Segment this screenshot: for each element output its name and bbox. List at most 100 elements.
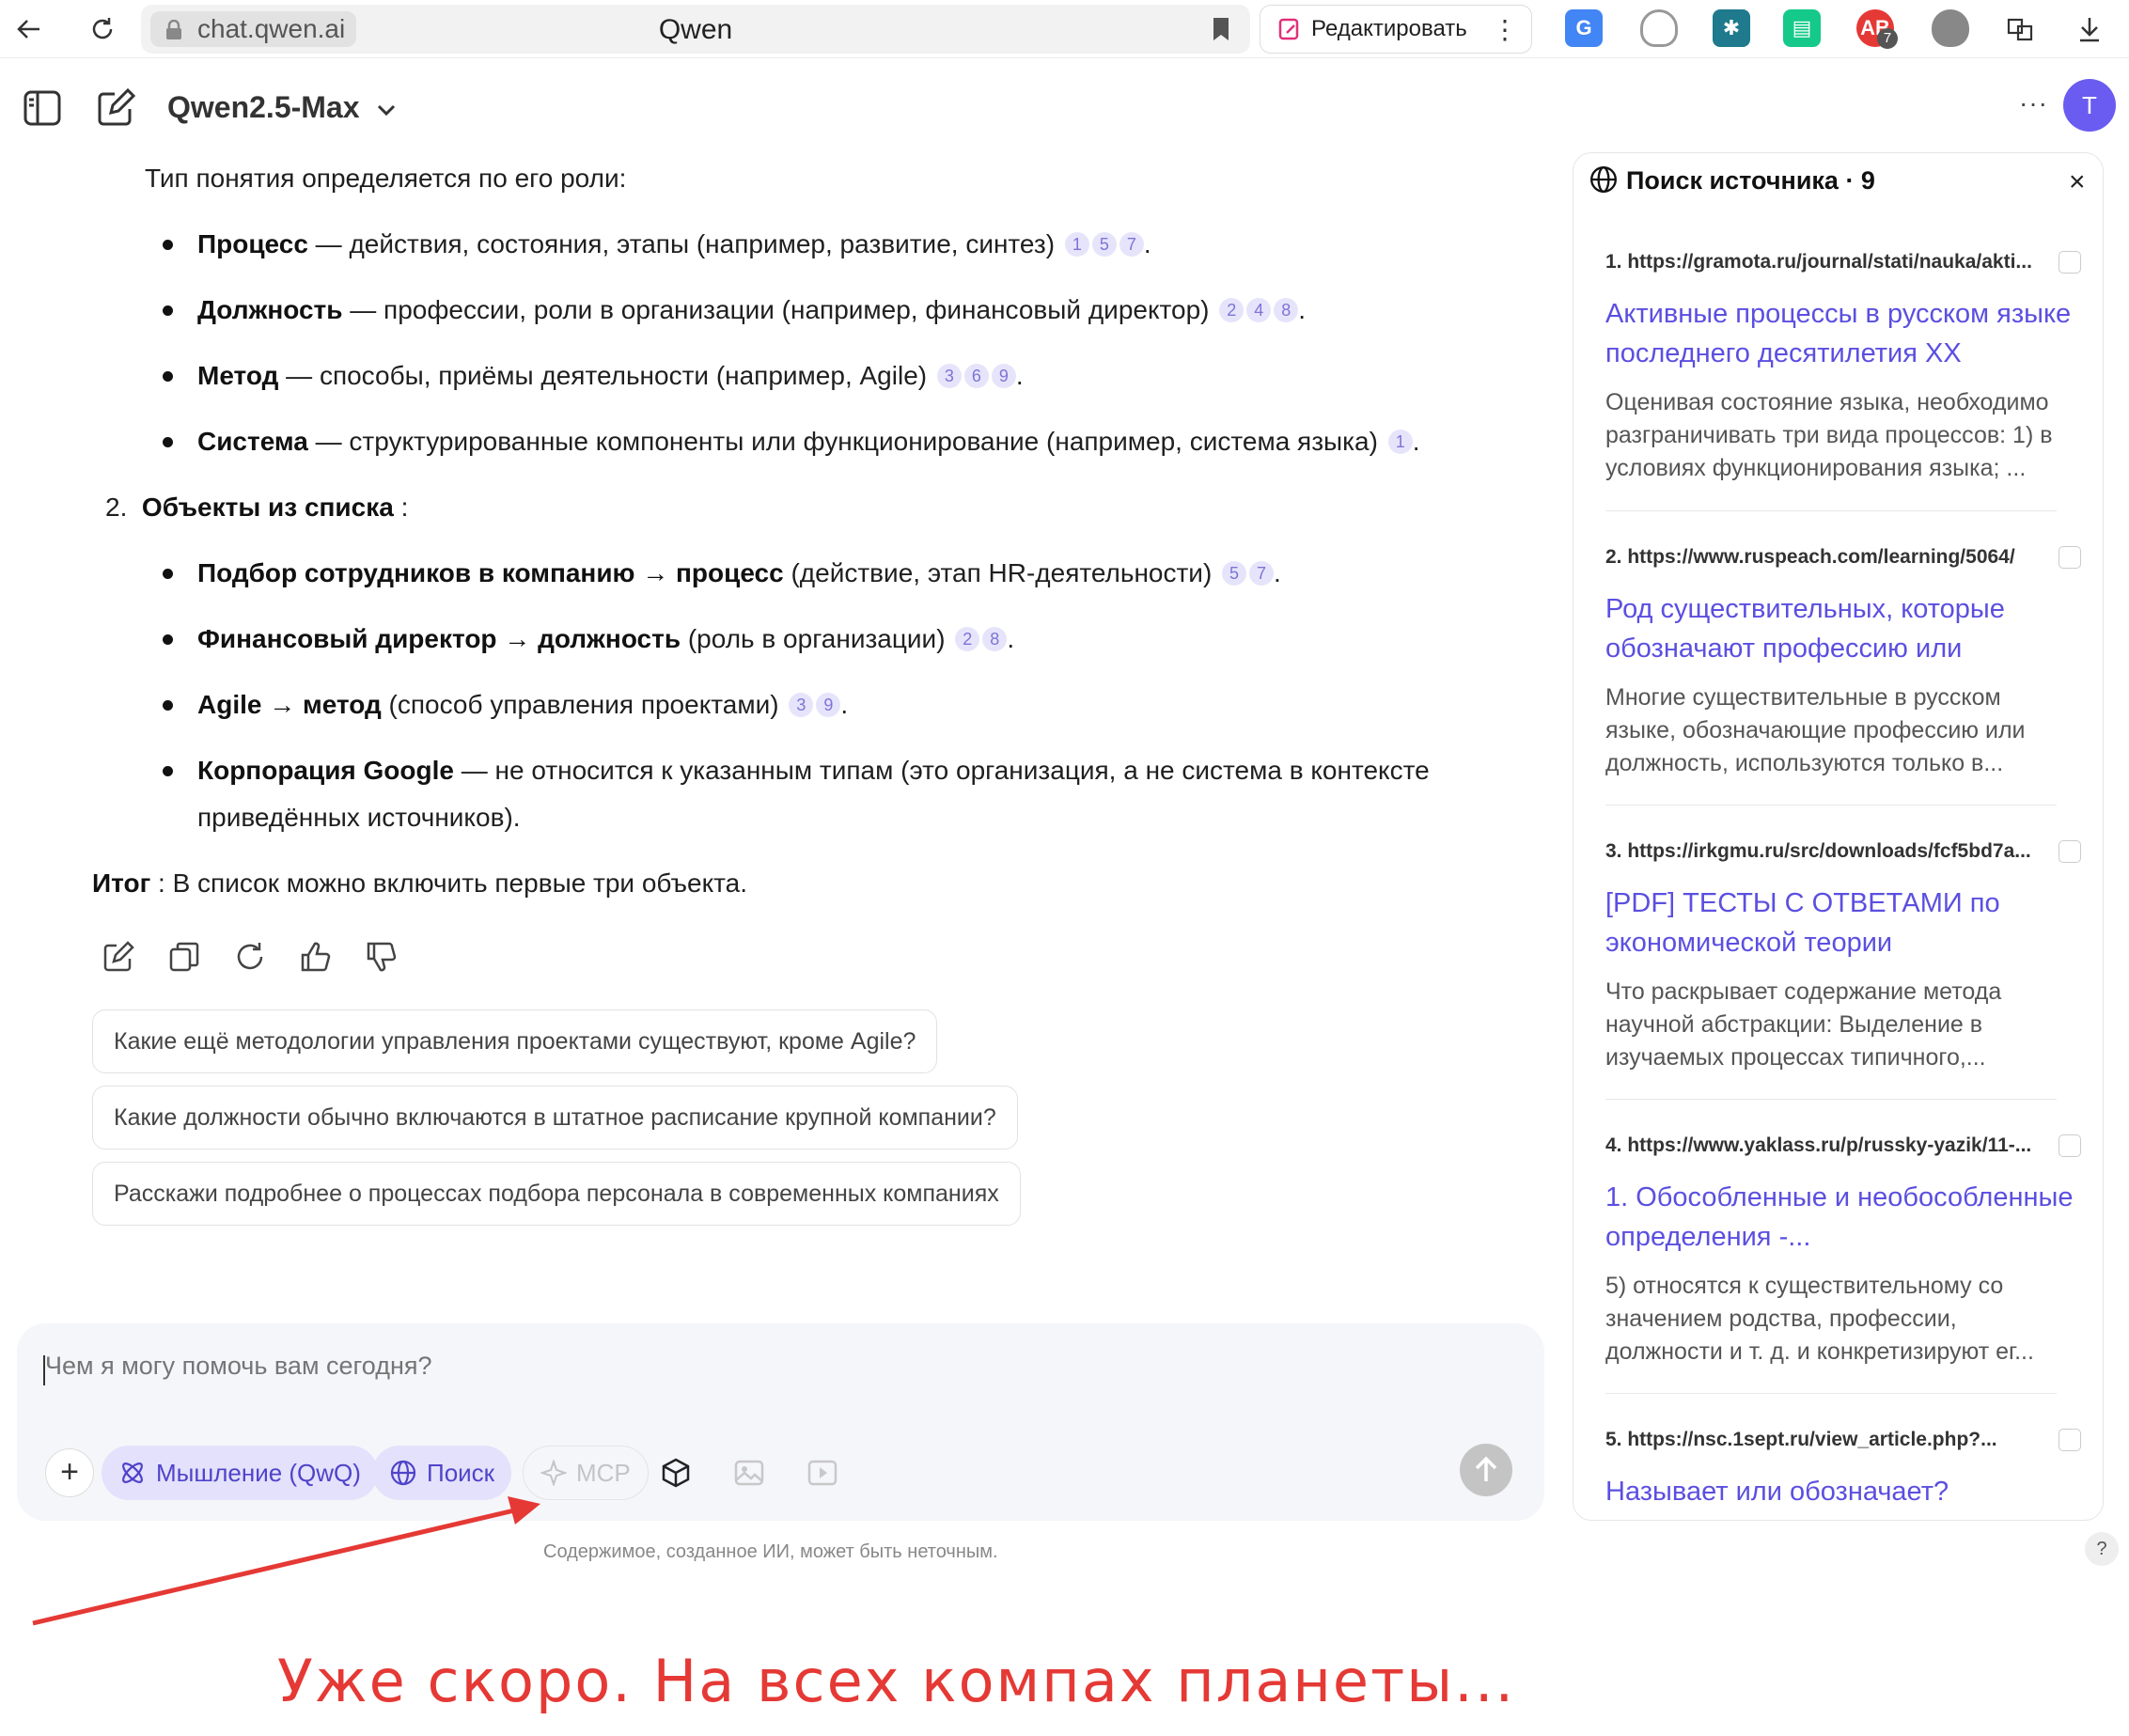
source-title[interactable]: 1. Обособленные и необособленные определ… xyxy=(1605,1178,2075,1257)
video-icon[interactable] xyxy=(806,1457,838,1489)
send-button[interactable] xyxy=(1460,1444,1512,1496)
citation-badge[interactable]: 2 xyxy=(1219,298,1245,322)
citation-badge[interactable]: 8 xyxy=(1274,298,1299,322)
bullet xyxy=(163,240,173,250)
more-vertical-icon[interactable]: ⋮ xyxy=(1485,9,1525,49)
source-checkbox[interactable] xyxy=(2059,1429,2081,1451)
regenerate-icon[interactable] xyxy=(233,940,267,974)
item-term: Система xyxy=(197,427,308,456)
source-item[interactable]: 4. https://www.yaklass.ru/p/russky-yazik… xyxy=(1605,1134,2081,1368)
citation-badge[interactable]: 7 xyxy=(1119,232,1144,257)
source-num: 4. xyxy=(1605,1134,1622,1156)
source-title[interactable]: Активные процессы в русском языке послед… xyxy=(1605,294,2075,373)
new-chat-icon[interactable] xyxy=(96,87,136,133)
thinking-toggle[interactable]: Мышление (QwQ) xyxy=(102,1446,378,1500)
source-title[interactable]: Называет или обозначает? xyxy=(1605,1472,2075,1511)
suggestion-chip[interactable]: Какие ещё методологии управления проекта… xyxy=(92,1009,938,1073)
address-bar[interactable]: chat.qwen.ai Qwen xyxy=(141,5,1250,54)
suggestion-chip[interactable]: Расскажи подробнее о процессах подбора п… xyxy=(92,1162,1021,1226)
summary-term: Итог xyxy=(92,868,151,898)
item-term: Подбор сотрудников в компанию → процесс xyxy=(197,558,784,587)
download-icon[interactable] xyxy=(2070,9,2109,49)
back-arrow-icon[interactable] xyxy=(9,9,49,49)
source-checkbox[interactable] xyxy=(2059,1134,2081,1157)
tab-title: Qwen xyxy=(658,14,733,45)
item-term: Метод xyxy=(197,361,279,390)
reload-icon[interactable] xyxy=(83,9,122,49)
citation-badge[interactable]: 9 xyxy=(816,693,841,717)
source-checkbox[interactable] xyxy=(2059,546,2081,569)
annotation-caption: Уже скоро. На всех компах планеты... xyxy=(277,1647,1516,1715)
list-item: Финансовый директор → должность (роль в … xyxy=(197,624,1015,653)
scan-extension-icon[interactable]: ▤ xyxy=(1783,9,1821,47)
help-button[interactable]: ? xyxy=(2085,1532,2119,1566)
source-url[interactable]: https://gramota.ru/journal/stati/nauka/a… xyxy=(1627,251,2032,273)
citation-badge[interactable]: 9 xyxy=(991,364,1016,388)
item-desc: — не относится к указанным типам (это ор… xyxy=(453,756,1430,785)
item-term: Финансовый директор → должность xyxy=(197,624,681,653)
source-item[interactable]: 1. https://gramota.ru/journal/stati/nauk… xyxy=(1605,251,2081,485)
item-term: Должность xyxy=(197,295,343,324)
suggestion-chip[interactable]: Какие должности обычно включаются в штат… xyxy=(92,1086,1018,1150)
citation-badge[interactable]: 3 xyxy=(936,364,962,388)
extensions-puzzle-icon[interactable] xyxy=(2000,9,2040,49)
thumbs-down-icon[interactable] xyxy=(365,940,399,974)
image-icon[interactable] xyxy=(733,1457,765,1489)
source-item[interactable]: 2. https://www.ruspeach.com/learning/506… xyxy=(1605,546,2081,780)
prompt-input[interactable] xyxy=(45,1352,1079,1381)
guard-extension-icon[interactable] xyxy=(1932,9,1969,47)
cube-icon[interactable] xyxy=(660,1457,692,1489)
citation-badge[interactable]: 3 xyxy=(789,693,814,717)
browser-toolbar: chat.qwen.ai Qwen Редактировать ⋮ G ✱ ▤ … xyxy=(0,0,2129,58)
sources-title: Поиск источника · 9 xyxy=(1626,166,1875,195)
bookmark-icon[interactable] xyxy=(1211,16,1231,42)
bullet xyxy=(163,569,173,579)
edit-label: Редактировать xyxy=(1311,16,1467,41)
source-checkbox[interactable] xyxy=(2059,251,2081,274)
source-url[interactable]: https://www.yaklass.ru/p/russky-yazik/11… xyxy=(1627,1134,2031,1156)
globe-icon xyxy=(390,1460,416,1486)
translate-extension-icon[interactable]: G xyxy=(1565,9,1603,47)
citation-badge[interactable]: 4 xyxy=(1246,298,1272,322)
close-icon[interactable]: × xyxy=(2069,166,2086,198)
section-number: 2. xyxy=(105,493,128,522)
citation-badge[interactable]: 6 xyxy=(963,364,989,388)
list-item: Agile → метод (способ управления проекта… xyxy=(197,690,849,719)
item-desc: — профессии, роли в организации (наприме… xyxy=(342,295,1210,324)
source-title[interactable]: Род существительных, которые обозначают … xyxy=(1605,589,2075,668)
add-attachment-icon[interactable]: + xyxy=(45,1448,94,1497)
source-item[interactable]: 3. https://irkgmu.ru/src/downloads/fcf5b… xyxy=(1605,840,2081,1074)
citation-badge[interactable]: 5 xyxy=(1222,561,1247,586)
bullet xyxy=(163,634,173,645)
source-url[interactable]: https://nsc.1sept.ru/view_article.php?..… xyxy=(1627,1429,1996,1450)
network-extension-icon[interactable]: ✱ xyxy=(1713,9,1750,47)
citation-badge[interactable]: 1 xyxy=(1064,232,1089,257)
sidebar-toggle-icon[interactable] xyxy=(23,88,62,133)
edit-message-icon[interactable] xyxy=(102,940,135,974)
source-num: 5. xyxy=(1605,1429,1622,1450)
shield-extension-icon[interactable] xyxy=(1640,9,1678,47)
chevron-down-icon xyxy=(378,104,396,116)
atom-icon xyxy=(122,1462,143,1483)
source-title[interactable]: [PDF] ТЕСТЫ С ОТВЕТАМИ по экономической … xyxy=(1605,884,2075,962)
item-term: Корпорация Google xyxy=(197,756,454,785)
citation-badge[interactable]: 5 xyxy=(1091,232,1117,257)
citation-badge[interactable]: 8 xyxy=(982,627,1008,651)
section-colon: : xyxy=(393,493,409,522)
model-selector[interactable]: Qwen2.5-Max xyxy=(167,90,398,125)
source-url[interactable]: https://irkgmu.ru/src/downloads/fcf5bd7a… xyxy=(1627,840,2030,862)
search-toggle[interactable]: Поиск xyxy=(372,1446,512,1500)
source-url[interactable]: https://www.ruspeach.com/learning/5064/ xyxy=(1627,546,2014,568)
citation-badge[interactable]: 1 xyxy=(1387,430,1413,454)
avatar[interactable]: T xyxy=(2063,79,2116,132)
sources-panel: Поиск источника · 9 × 1. https://gramota… xyxy=(1573,152,2104,1521)
citation-badge[interactable]: 2 xyxy=(955,627,980,651)
citation-badge[interactable]: 7 xyxy=(1249,561,1275,586)
section-heading: 2. Объекты из списка : xyxy=(105,489,408,526)
thumbs-up-icon[interactable] xyxy=(299,940,333,974)
source-checkbox[interactable] xyxy=(2059,840,2081,863)
source-item[interactable]: 5. https://nsc.1sept.ru/view_article.php… xyxy=(1605,1429,2081,1511)
more-horizontal-icon[interactable]: ··· xyxy=(2019,88,2048,118)
copy-icon[interactable] xyxy=(167,940,201,974)
mcp-toggle[interactable]: MCP xyxy=(523,1446,649,1500)
